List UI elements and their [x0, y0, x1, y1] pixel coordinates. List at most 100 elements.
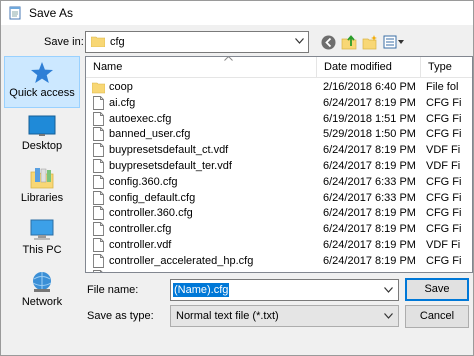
type-cell: CFG Fi — [426, 207, 462, 220]
file-icon — [93, 238, 104, 252]
view-menu-button[interactable] — [382, 33, 406, 51]
date-modified-cell: 6/24/2017 8:19 PM — [323, 144, 416, 157]
file-row[interactable]: config.360.cfg 6/24/2017 6:33 PM CFG Fi — [86, 174, 472, 190]
file-icon — [93, 206, 104, 221]
network-icon — [32, 272, 52, 292]
type-cell: CFG Fi — [426, 128, 462, 141]
column-header-label: Name — [93, 61, 123, 73]
file-icon — [93, 269, 104, 272]
date-modified-cell: 5/29/2018 1:50 PM — [323, 128, 416, 141]
title-bar[interactable]: Save As — [1, 1, 473, 25]
place-label: Network — [21, 296, 63, 308]
file-icon — [93, 127, 104, 142]
file-name-cell: config.360.cfg — [109, 175, 178, 188]
up-one-level-button[interactable] — [340, 33, 358, 51]
file-name-cell: config_default.cfg — [109, 191, 196, 204]
place-quick-access[interactable]: Quick access — [4, 56, 80, 108]
date-modified-cell: 6/24/2017 8:19 PM — [323, 160, 416, 172]
date-modified-cell: 6/24/2017 6:33 PM — [323, 191, 416, 204]
places-bar: Quick access Desktop Libraries This PC N… — [4, 56, 80, 318]
file-row[interactable]: cpu_level_0_pc.ekv 6/24/2017 8:19 PM EKV F… — [86, 269, 472, 272]
file-row[interactable]: controller.vdf 6/24/2017 8:19 PM VDF Fi — [86, 237, 472, 253]
file-name-label: File name: — [87, 284, 139, 296]
type-cell: CFG Fi — [426, 191, 462, 204]
save-as-type-label: Save as type: — [87, 310, 154, 322]
save-in-value: cfg — [110, 36, 125, 48]
save-as-dialog: Save As Save in: cfg Quick access Deskto… — [0, 0, 474, 356]
type-cell: CFG Fi — [426, 96, 462, 109]
file-row[interactable]: banned_user.cfg 5/29/2018 1:50 PM CFG Fi — [86, 126, 472, 142]
place-network[interactable]: Network — [4, 266, 80, 318]
folder-row[interactable]: coop 2/16/2018 6:40 PM File fol — [86, 79, 472, 95]
file-row[interactable]: ai.cfg 6/24/2017 8:19 PM CFG Fi — [86, 95, 472, 111]
date-modified-cell: 6/24/2017 8:19 PM — [323, 96, 416, 109]
file-icon — [93, 174, 104, 189]
file-row[interactable]: controller_accelerated_hp.cfg 6/24/2017 8… — [86, 253, 472, 269]
file-name-cell: autoexec.cfg — [109, 112, 172, 125]
date-modified-cell: 6/24/2017 8:19 PM — [323, 207, 416, 220]
type-cell: VDF Fi — [426, 160, 461, 172]
type-cell: CFG Fi — [426, 112, 462, 125]
save-button[interactable]: Save — [405, 278, 469, 301]
save-as-type-value: Normal text file (*.txt) — [176, 310, 279, 322]
new-folder-button[interactable] — [361, 33, 379, 51]
type-cell: VDF Fi — [426, 239, 461, 251]
place-label: Quick access — [9, 87, 75, 99]
column-header-label: Date modified — [324, 61, 392, 73]
file-row[interactable]: buypresetsdefault_ter.vdf 6/24/2017 8:19 … — [86, 158, 472, 174]
folder-icon — [91, 36, 105, 47]
file-name-cell: controller_accelerated_hp.cfg — [109, 254, 254, 267]
column-header-date[interactable]: Date modified — [317, 57, 421, 77]
sort-ascending-icon — [224, 57, 233, 61]
save-in-dropdown[interactable]: cfg — [85, 31, 309, 53]
place-libraries[interactable]: Libraries — [4, 162, 80, 214]
file-icon — [93, 95, 104, 110]
file-icon — [93, 159, 104, 173]
type-cell: CFG Fi — [426, 223, 462, 236]
cancel-button[interactable]: Cancel — [405, 305, 469, 328]
column-header-type[interactable]: Type — [421, 57, 472, 77]
chevron-down-icon — [384, 313, 393, 319]
file-icon — [93, 190, 104, 205]
folder-icon — [92, 82, 105, 94]
column-header-name[interactable]: Name — [86, 57, 317, 77]
type-cell: CFG Fi — [426, 175, 462, 188]
place-label: Desktop — [21, 140, 63, 152]
place-label: This PC — [22, 244, 62, 256]
place-label: Libraries — [20, 192, 64, 204]
date-modified-cell: 6/19/2018 1:51 PM — [323, 112, 416, 125]
date-modified-cell: 6/24/2017 8:19 PM — [323, 223, 416, 236]
new-folder-icon — [362, 35, 377, 50]
save-as-type-dropdown[interactable]: Normal text file (*.txt) — [170, 305, 399, 327]
file-list[interactable]: Name Date modified Type coop 2/16/2018 6:… — [85, 56, 473, 273]
file-name-cell: controller.cfg — [109, 223, 172, 236]
back-icon — [321, 35, 335, 49]
place-desktop[interactable]: Desktop — [4, 110, 80, 162]
file-name-cell: coop — [109, 81, 133, 93]
file-icon — [93, 253, 104, 268]
save-in-label: Save in: — [44, 36, 84, 48]
chevron-down-icon — [295, 38, 304, 44]
file-row[interactable]: buypresetsdefault_ct.vdf 6/24/2017 8:19 P… — [86, 142, 472, 158]
file-name-input[interactable]: (Name).cfg — [170, 279, 399, 301]
header-divider — [86, 77, 472, 78]
date-modified-cell: 2/16/2018 6:40 PM — [323, 81, 416, 93]
window-title: Save As — [29, 6, 74, 20]
type-cell: CFG Fi — [426, 254, 462, 267]
file-row[interactable]: controller.cfg 6/24/2017 8:19 PM CFG Fi — [86, 221, 472, 237]
type-cell: File fol — [426, 81, 459, 93]
chevron-down-icon[interactable] — [384, 287, 393, 293]
back-button[interactable] — [319, 33, 337, 51]
notepad-app-icon — [9, 6, 21, 20]
file-name-cell: controller.360.cfg — [109, 207, 193, 220]
star-icon — [31, 62, 53, 83]
file-name-value: (Name).cfg — [173, 283, 230, 297]
file-row[interactable]: config_default.cfg 6/24/2017 6:33 PM CFG F… — [86, 190, 472, 206]
file-name-cell: banned_user.cfg — [109, 128, 191, 141]
desktop-icon — [28, 115, 56, 136]
computer-icon — [30, 219, 54, 240]
place-this-pc[interactable]: This PC — [4, 214, 80, 266]
file-row[interactable]: autoexec.cfg 6/19/2018 1:51 PM CFG Fi — [86, 111, 472, 127]
file-row[interactable]: controller.360.cfg 6/24/2017 8:19 PM CFG F… — [86, 205, 472, 221]
file-icon — [93, 111, 104, 126]
